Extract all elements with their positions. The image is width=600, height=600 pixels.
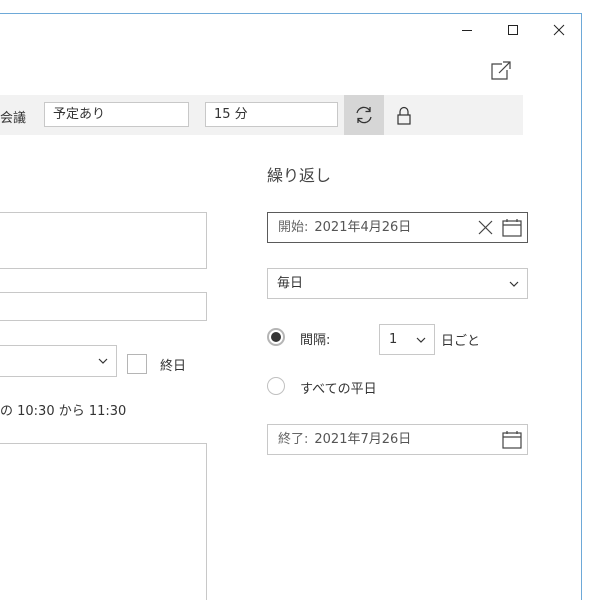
time-summary: の 10:30 から 11:30 (0, 404, 127, 419)
end-label: 終了: (278, 432, 309, 447)
close-button[interactable] (536, 14, 581, 46)
calendar-icon[interactable] (502, 431, 522, 449)
chevron-down-icon (509, 281, 519, 287)
repeat-toggle-button[interactable] (344, 95, 384, 135)
options-toolbar: 会議 予定あり 15 分 (0, 95, 523, 135)
chevron-down-icon (416, 337, 426, 343)
close-icon (553, 24, 565, 36)
recurrence-title: 繰り返し (267, 166, 332, 185)
attendee-input[interactable] (0, 292, 207, 321)
end-date-value: 2021年7月26日 (314, 432, 412, 447)
show-as-field[interactable]: 予定あり (44, 102, 189, 127)
all-day-label: 終日 (160, 359, 187, 374)
radio-dot (271, 332, 281, 342)
popout-button[interactable] (487, 58, 515, 84)
minimize-icon (462, 30, 472, 31)
interval-label: 間隔: (300, 333, 331, 348)
lock-icon (397, 106, 411, 125)
interval-value: 1 (389, 332, 398, 347)
frequency-value: 毎日 (277, 276, 304, 291)
popout-icon (491, 61, 511, 80)
chevron-down-icon (98, 358, 108, 364)
reminder-field[interactable]: 15 分 (205, 102, 338, 127)
calendar-icon[interactable] (502, 219, 522, 237)
location-input[interactable] (0, 212, 207, 269)
interval-unit: 日ごと (441, 334, 481, 349)
weekdays-label: すべての平日 (300, 382, 377, 397)
maximize-button[interactable] (490, 14, 536, 46)
interval-select[interactable]: 1 (379, 324, 435, 355)
start-label: 開始: (278, 220, 309, 235)
all-day-checkbox[interactable] (127, 354, 147, 374)
maximize-icon (508, 25, 518, 35)
event-type-label: 会議 (0, 111, 27, 126)
sync-icon (356, 106, 372, 124)
start-date-field[interactable]: 開始: 2021年4月26日 (267, 212, 528, 243)
time-dropdown[interactable] (0, 345, 117, 377)
clear-icon[interactable] (477, 219, 494, 236)
start-date-value: 2021年4月26日 (314, 220, 412, 235)
frequency-select[interactable]: 毎日 (267, 268, 528, 299)
private-button[interactable] (390, 103, 418, 129)
minimize-button[interactable] (444, 14, 490, 46)
description-editor[interactable] (0, 443, 207, 600)
end-date-field[interactable]: 終了: 2021年7月26日 (267, 424, 528, 455)
app-window: 会議 予定あり 15 分 終日 の 10:30 から 11:30 繰り返し 開始… (0, 13, 582, 600)
weekdays-radio[interactable] (267, 377, 285, 395)
interval-radio[interactable] (267, 328, 285, 346)
